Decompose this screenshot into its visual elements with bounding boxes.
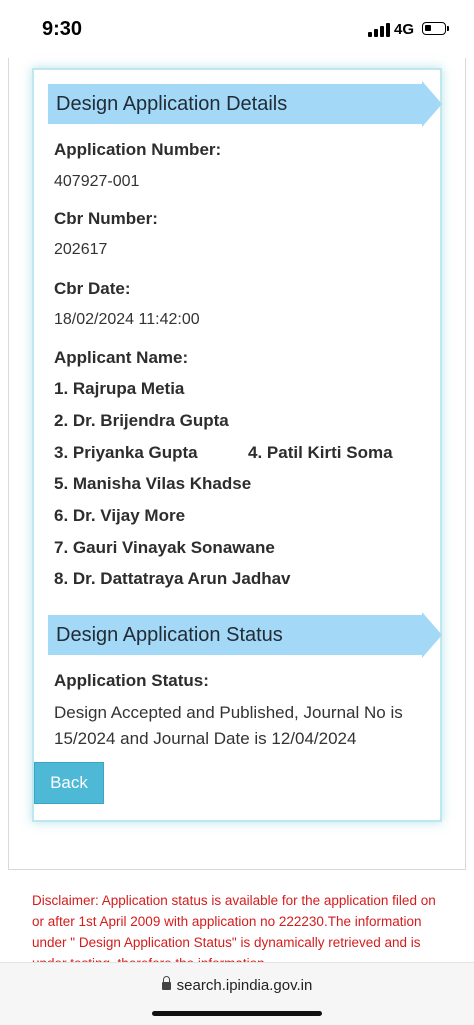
disclaimer-text: Disclaimer: Application status is availa…	[32, 893, 436, 962]
details-panel: Design Application Details Application N…	[32, 68, 442, 822]
status-bar: 9:30 4G	[0, 0, 474, 58]
cbr-date-label: Cbr Date:	[54, 279, 131, 298]
application-status-value: Design Accepted and Published, Journal N…	[54, 703, 403, 748]
application-number-value: 407927-001	[54, 173, 140, 190]
applicant-name: 1. Rajrupa Metia	[54, 379, 185, 398]
applicant-name: 8. Dr. Dattatraya Arun Jadhav	[54, 569, 291, 588]
details-section-title: Design Application Details	[56, 93, 288, 115]
applicant-name-label: Applicant Name:	[54, 348, 189, 367]
applicant-name: 7. Gauri Vinayak Sonawane	[54, 538, 275, 557]
applicant-name: 4. Patil Kirti Soma	[248, 443, 393, 462]
address-display[interactable]: search.ipindia.gov.in	[0, 976, 474, 994]
applicant-name: 6. Dr. Vijay More	[54, 506, 186, 525]
status-section-banner: Design Application Status	[48, 612, 442, 658]
applicant-name: 5. Manisha Vilas Khadse	[54, 474, 252, 493]
details-section-banner: Design Application Details	[48, 81, 442, 127]
network-type: 4G	[394, 21, 415, 38]
status-section-title: Design Application Status	[56, 624, 283, 646]
status-time: 9:30	[42, 18, 83, 40]
signal-icon	[368, 23, 390, 37]
application-status-label: Application Status:	[54, 671, 209, 690]
lock-icon	[161, 976, 171, 990]
applicant-name: 3. Priyanka Gupta	[54, 443, 198, 462]
url-text: search.ipindia.gov.in	[176, 977, 313, 994]
applicant-name: 2. Dr. Brijendra Gupta	[54, 411, 229, 430]
browser-address-bar[interactable]: search.ipindia.gov.in	[0, 962, 474, 1025]
cbr-number-label: Cbr Number:	[54, 209, 158, 228]
application-number-label: Application Number:	[54, 140, 222, 159]
cbr-date-value: 18/02/2024 11:42:00	[54, 311, 200, 328]
battery-icon	[422, 22, 446, 35]
home-indicator[interactable]	[152, 1011, 322, 1016]
back-button[interactable]: Back	[34, 762, 104, 804]
battery-tip	[447, 26, 449, 31]
cbr-number-value: 202617	[54, 241, 108, 258]
